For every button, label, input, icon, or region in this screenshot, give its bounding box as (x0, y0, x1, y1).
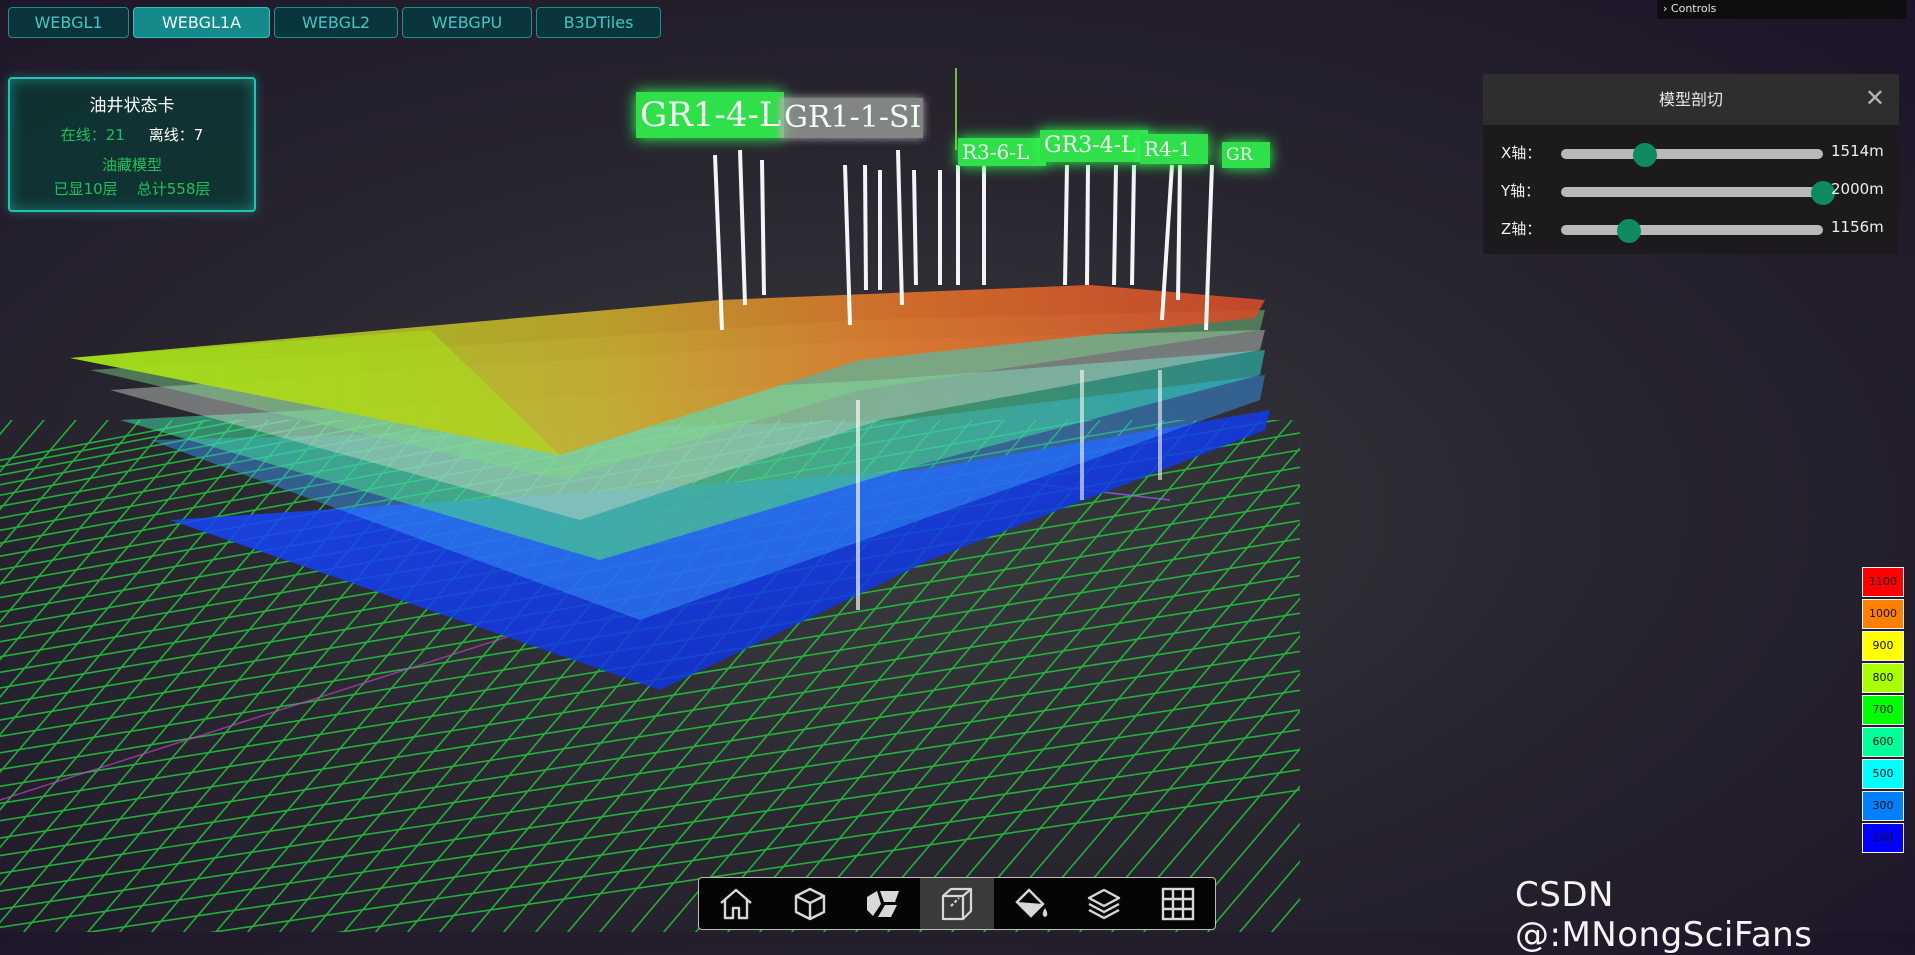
online-count: 在线：21 (60, 126, 125, 144)
well-label: GR1-4-L (636, 92, 784, 138)
grid-icon (1161, 887, 1195, 920)
legend-item: 100 (1862, 823, 1904, 853)
z-axis-slider-row: Z轴： 1156m (1483, 207, 1899, 245)
cube-icon (794, 887, 825, 920)
z-axis-value: 1156m (1831, 218, 1884, 236)
reservoir-model-label: 油藏模型 (101, 156, 162, 174)
tab-webgpu[interactable]: WEBGPU (402, 7, 532, 38)
well-label: GR3-4-L (1040, 130, 1148, 162)
x-axis-slider-thumb[interactable] (1632, 143, 1657, 167)
legend-item: 1100 (1862, 567, 1904, 597)
bottom-toolbar (698, 877, 1216, 930)
z-axis-label: Z轴： (1501, 220, 1542, 238)
legend-item: 500 (1862, 759, 1904, 789)
tab-webgl1[interactable]: WEBGL1 (8, 7, 129, 38)
home-button[interactable] (699, 878, 773, 929)
offline-count: 离线：7 (148, 126, 204, 144)
controls-label: Controls (1670, 2, 1717, 15)
legend-item: 800 (1862, 663, 1904, 693)
color-legend: 1100 1000 900 800 700 600 500 300 100 (1862, 567, 1904, 855)
well-label: GR1-1-SI (780, 98, 923, 138)
legend-item: 600 (1862, 727, 1904, 757)
cube-split-icon (867, 890, 900, 917)
z-axis-track[interactable] (1561, 225, 1823, 235)
paint-bucket-icon (1015, 887, 1047, 918)
y-axis-track[interactable] (1561, 187, 1823, 197)
x-axis-slider-row: X轴： 1514m (1483, 131, 1899, 169)
y-axis-slider-row: Y轴： 2000m (1483, 169, 1899, 207)
card-status-row: 在线：21 离线：7 (10, 124, 254, 145)
layers-icon (1088, 888, 1121, 919)
controls-toggle[interactable]: › Controls (1657, 0, 1907, 19)
grid-button[interactable] (1141, 878, 1215, 929)
shown-layers: 已显10层 (53, 180, 118, 198)
cube-view-button[interactable] (773, 878, 847, 929)
legend-item: 1000 (1862, 599, 1904, 629)
chevron-right-icon: › (1663, 2, 1668, 15)
renderer-tabs: WEBGL1 WEBGL1A WEBGL2 WEBGPU B3DTiles (8, 7, 661, 38)
watermark: CSDN @:MNongSciFans (1515, 875, 1813, 955)
layer-count-row: 已显10层 总计558层 (10, 178, 254, 199)
well-label: R3-6-L (958, 138, 1046, 166)
panel-title: 模型剖切 (1658, 90, 1723, 109)
x-axis-value: 1514m (1831, 142, 1884, 160)
legend-item: 300 (1862, 791, 1904, 821)
paint-bucket-button[interactable] (994, 878, 1068, 929)
well-label: R4-1 (1140, 134, 1208, 164)
panel-header: 模型剖切 ✕ (1483, 74, 1899, 125)
oil-well-status-card: 油井状态卡 在线：21 离线：7 油藏模型 已显10层 总计558层 (8, 77, 256, 212)
model-clip-panel: 模型剖切 ✕ X轴： 1514m Y轴： 2000m Z轴： 1156m (1483, 74, 1899, 254)
home-icon (720, 888, 752, 919)
x-axis-label: X轴： (1501, 144, 1542, 162)
legend-item: 700 (1862, 695, 1904, 725)
y-axis-label: Y轴： (1501, 182, 1541, 200)
z-axis-slider-thumb[interactable] (1617, 219, 1642, 243)
x-axis-track[interactable] (1561, 149, 1823, 159)
layers-button[interactable] (1068, 878, 1142, 929)
well-label: GR (1222, 142, 1270, 168)
section-cube-button[interactable] (920, 878, 994, 929)
cube-split-button[interactable] (846, 878, 920, 929)
legend-item: 900 (1862, 631, 1904, 661)
total-layers: 总计558层 (136, 180, 211, 198)
tab-webgl1a[interactable]: WEBGL1A (133, 7, 270, 38)
tab-webgl2[interactable]: WEBGL2 (274, 7, 398, 38)
section-cube-icon (941, 887, 973, 920)
tab-b3dtiles[interactable]: B3DTiles (536, 7, 661, 38)
card-title: 油井状态卡 (89, 96, 175, 116)
close-icon[interactable]: ✕ (1865, 74, 1885, 122)
y-axis-value: 2000m (1831, 180, 1884, 198)
